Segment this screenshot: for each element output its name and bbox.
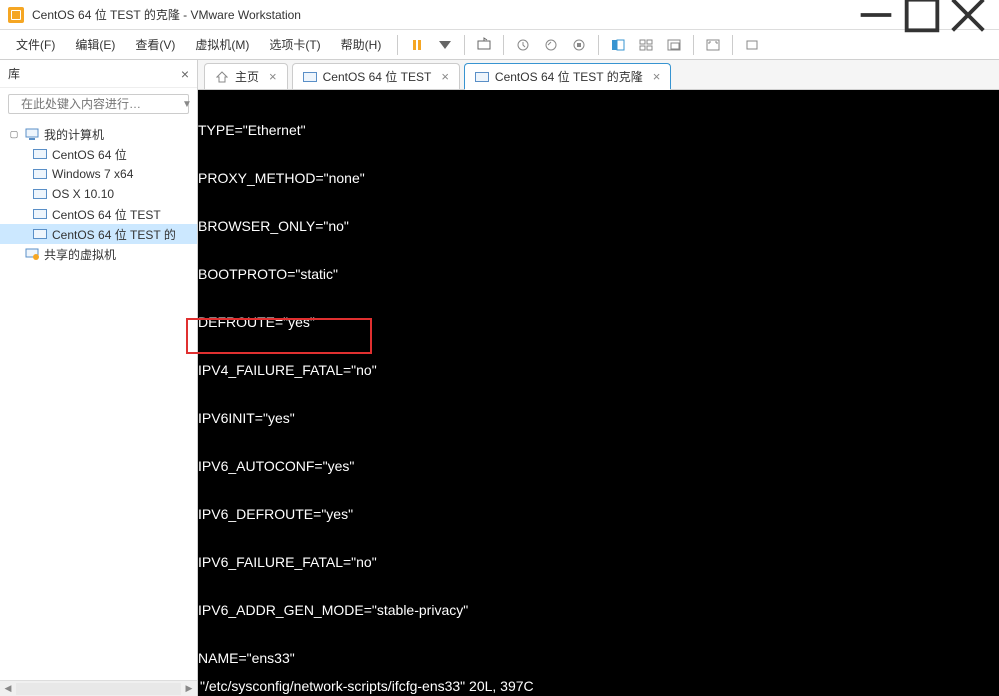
tab-close-icon[interactable]: × — [269, 69, 277, 84]
vm-icon — [32, 226, 48, 242]
fullscreen-icon[interactable] — [700, 33, 726, 57]
stretch-icon[interactable] — [739, 33, 765, 57]
terminal-line: IPV6_DEFROUTE="yes" — [198, 506, 999, 522]
snapshot-revert-icon[interactable] — [538, 33, 564, 57]
terminal-line: IPV6_ADDR_GEN_MODE="stable-privacy" — [198, 602, 999, 618]
vm-icon — [32, 206, 48, 222]
tree-label: 我的计算机 — [44, 126, 104, 143]
pause-button[interactable] — [404, 33, 430, 57]
snapshot-icon[interactable] — [510, 33, 536, 57]
shared-icon — [24, 246, 40, 262]
tab-label: CentOS 64 位 TEST 的克隆 — [495, 68, 643, 85]
tabbar: 主页 × CentOS 64 位 TEST × CentOS 64 位 TEST… — [198, 60, 999, 90]
collapse-icon[interactable]: ▢ — [8, 129, 20, 140]
menu-view[interactable]: 查看(V) — [125, 33, 185, 57]
scroll-left-icon[interactable]: ◀ — [0, 683, 16, 694]
terminal-line: IPV6_FAILURE_FATAL="no" — [198, 554, 999, 570]
terminal-line: BOOTPROTO="static" — [198, 266, 999, 282]
maximize-button[interactable] — [899, 0, 945, 30]
tree-vm-item[interactable]: CentOS 64 位 — [0, 144, 197, 164]
menu-tabs[interactable]: 选项卡(T) — [259, 33, 330, 57]
tree-label: CentOS 64 位 TEST — [52, 206, 161, 223]
window-title: CentOS 64 位 TEST 的克隆 - VMware Workstatio… — [32, 6, 853, 23]
separator — [693, 35, 694, 55]
sidebar: 库 × ▼ ▢ 我的计算机 CentOS 64 位 Windows 7 x64 — [0, 60, 198, 696]
sidebar-close-icon[interactable]: × — [181, 66, 189, 82]
close-button[interactable] — [945, 0, 991, 30]
terminal-line: IPV6_AUTOCONF="yes" — [198, 458, 999, 474]
minimize-button[interactable] — [853, 0, 899, 30]
tab-label: CentOS 64 位 TEST — [323, 68, 432, 85]
tab-vm-test[interactable]: CentOS 64 位 TEST × — [292, 63, 460, 89]
home-icon — [215, 70, 229, 84]
search-input[interactable] — [21, 97, 176, 111]
tab-home[interactable]: 主页 × — [204, 63, 288, 89]
menu-help[interactable]: 帮助(H) — [331, 33, 392, 57]
dropdown-icon[interactable] — [432, 33, 458, 57]
view-thumbnail-icon[interactable] — [633, 33, 659, 57]
search-dropdown-icon[interactable]: ▼ — [182, 99, 192, 110]
terminal-line: DEFROUTE="yes" — [198, 314, 999, 330]
tree-label: 共享的虚拟机 — [44, 246, 116, 263]
search-box[interactable]: ▼ — [8, 94, 189, 114]
separator — [464, 35, 465, 55]
sidebar-hscroll[interactable]: ◀ ▶ — [0, 680, 197, 696]
snapshot-manage-icon[interactable] — [566, 33, 592, 57]
search-row: ▼ — [0, 88, 197, 120]
tab-label: 主页 — [235, 68, 259, 85]
tab-close-icon[interactable]: × — [441, 69, 449, 84]
view-unity-icon[interactable] — [661, 33, 687, 57]
terminal-line: NAME="ens33" — [198, 650, 999, 666]
titlebar: CentOS 64 位 TEST 的克隆 - VMware Workstatio… — [0, 0, 999, 30]
tree-root-my-computer[interactable]: ▢ 我的计算机 — [0, 124, 197, 144]
send-ctrl-alt-del-icon[interactable] — [471, 33, 497, 57]
workspace: 库 × ▼ ▢ 我的计算机 CentOS 64 位 Windows 7 x64 — [0, 60, 999, 696]
tree-vm-item-selected[interactable]: CentOS 64 位 TEST 的 — [0, 224, 197, 244]
terminal-line: BROWSER_ONLY="no" — [198, 218, 999, 234]
terminal-line: IPV4_FAILURE_FATAL="no" — [198, 362, 999, 378]
tree-label: CentOS 64 位 TEST 的 — [52, 226, 176, 243]
separator — [397, 35, 398, 55]
window-controls — [853, 0, 991, 30]
app-icon — [8, 7, 24, 23]
tab-close-icon[interactable]: × — [653, 69, 661, 84]
library-tree: ▢ 我的计算机 CentOS 64 位 Windows 7 x64 OS X 1… — [0, 120, 197, 680]
menu-vm[interactable]: 虚拟机(M) — [185, 33, 259, 57]
sidebar-header: 库 × — [0, 60, 197, 88]
vm-icon — [303, 70, 317, 84]
terminal-line: IPV6INIT="yes" — [198, 410, 999, 426]
tree-label: CentOS 64 位 — [52, 146, 127, 163]
vm-icon — [32, 186, 48, 202]
vm-icon — [32, 166, 48, 182]
menu-edit[interactable]: 编辑(E) — [65, 33, 125, 57]
menu-file[interactable]: 文件(F) — [6, 33, 65, 57]
tab-vm-test-clone[interactable]: CentOS 64 位 TEST 的克隆 × — [464, 63, 671, 89]
main-area: 主页 × CentOS 64 位 TEST × CentOS 64 位 TEST… — [198, 60, 999, 696]
separator — [503, 35, 504, 55]
vm-console-terminal[interactable]: TYPE="Ethernet" PROXY_METHOD="none" BROW… — [198, 90, 999, 696]
computer-icon — [24, 126, 40, 142]
tree-root-shared[interactable]: 共享的虚拟机 — [0, 244, 197, 264]
vim-status-line: "/etc/sysconfig/network-scripts/ifcfg-en… — [198, 678, 999, 696]
scroll-right-icon[interactable]: ▶ — [181, 683, 197, 694]
vm-icon — [32, 146, 48, 162]
separator — [598, 35, 599, 55]
tree-label: OS X 10.10 — [52, 187, 114, 201]
terminal-line: PROXY_METHOD="none" — [198, 170, 999, 186]
tree-vm-item[interactable]: OS X 10.10 — [0, 184, 197, 204]
scroll-track[interactable] — [16, 683, 181, 695]
terminal-line: TYPE="Ethernet" — [198, 122, 999, 138]
menubar: 文件(F) 编辑(E) 查看(V) 虚拟机(M) 选项卡(T) 帮助(H) — [0, 30, 999, 60]
view-console-icon[interactable] — [605, 33, 631, 57]
tree-label: Windows 7 x64 — [52, 167, 133, 181]
sidebar-title: 库 — [8, 65, 20, 82]
tree-vm-item[interactable]: CentOS 64 位 TEST — [0, 204, 197, 224]
tree-vm-item[interactable]: Windows 7 x64 — [0, 164, 197, 184]
vm-icon — [475, 70, 489, 84]
separator — [732, 35, 733, 55]
